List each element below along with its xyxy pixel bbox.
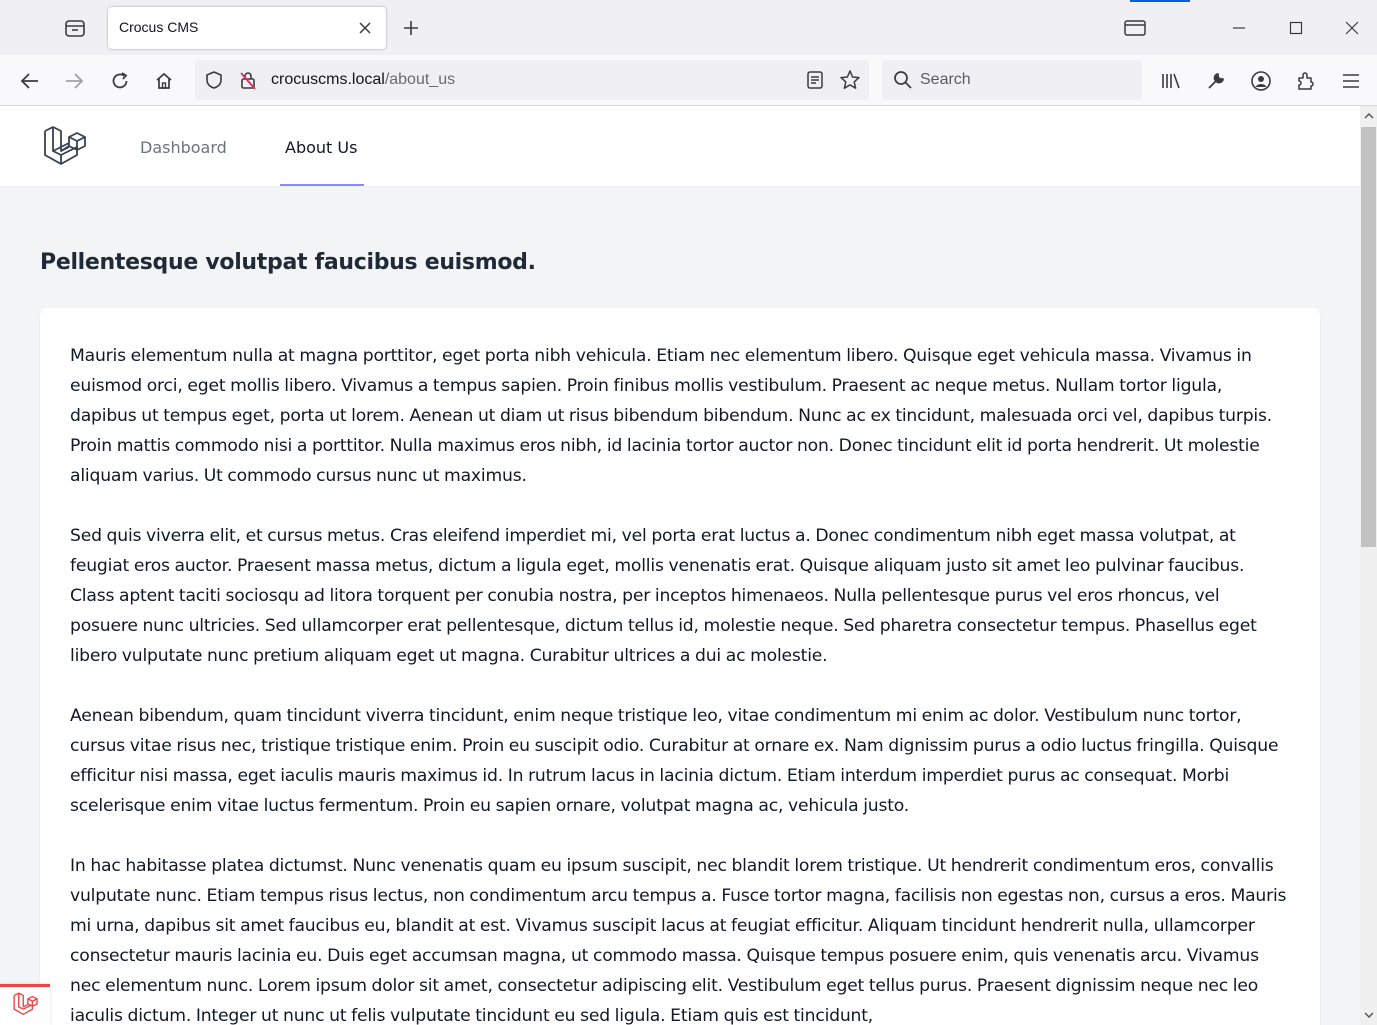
scroll-up-arrow-icon[interactable] bbox=[1360, 106, 1377, 126]
laravel-logo-icon bbox=[12, 992, 38, 1020]
menu-icon[interactable] bbox=[1335, 65, 1367, 97]
browser-tab-bar: Crocus CMS bbox=[0, 0, 1377, 55]
scroll-down-arrow-icon[interactable] bbox=[1360, 1005, 1377, 1025]
nav-link-dashboard[interactable]: Dashboard bbox=[140, 138, 227, 157]
app-navigation: Dashboard About Us bbox=[0, 106, 1360, 187]
close-window-icon[interactable] bbox=[1332, 10, 1372, 46]
minimize-icon[interactable] bbox=[1219, 10, 1259, 46]
content-paragraph: In hac habitasse platea dictumst. Nunc v… bbox=[70, 856, 1287, 1025]
scroll-thumb[interactable] bbox=[1361, 127, 1376, 547]
window-icon[interactable] bbox=[1115, 10, 1155, 46]
debug-toolbar-toggle[interactable] bbox=[0, 984, 50, 1025]
forward-icon[interactable] bbox=[58, 65, 90, 97]
account-icon[interactable] bbox=[1245, 65, 1277, 97]
extensions-icon[interactable] bbox=[1290, 65, 1322, 97]
back-icon[interactable] bbox=[14, 65, 46, 97]
url-host: crocuscms.local bbox=[271, 71, 385, 88]
reload-icon[interactable] bbox=[104, 65, 136, 97]
library-icon[interactable] bbox=[1155, 65, 1187, 97]
home-icon[interactable] bbox=[148, 65, 180, 97]
plus-icon[interactable] bbox=[400, 17, 422, 39]
shield-icon[interactable] bbox=[203, 69, 225, 91]
url-path: /about_us bbox=[384, 71, 456, 88]
tab-overview-icon[interactable] bbox=[60, 14, 90, 42]
maximize-icon[interactable] bbox=[1276, 10, 1316, 46]
bookmark-star-icon[interactable] bbox=[839, 69, 861, 91]
browser-tab[interactable]: Crocus CMS bbox=[108, 7, 386, 49]
laravel-logo-icon[interactable] bbox=[42, 125, 86, 167]
reader-view-icon[interactable] bbox=[804, 69, 826, 91]
content-paragraph: Mauris elementum nulla at magna porttito… bbox=[70, 346, 1273, 486]
url-text[interactable]: crocuscms.local/about_us bbox=[271, 71, 455, 89]
tab-title: Crocus CMS bbox=[119, 19, 199, 35]
search-icon bbox=[892, 69, 914, 91]
url-bar[interactable]: crocuscms.local/about_us bbox=[195, 60, 869, 100]
nav-link-about-us[interactable]: About Us bbox=[285, 138, 357, 157]
browser-toolbar: crocuscms.local/about_us Search bbox=[0, 55, 1377, 106]
content-paragraph: Aenean bibendum, quam tincidunt viverra … bbox=[70, 706, 1279, 816]
page-viewport: Dashboard About Us Pellentesque volutpat… bbox=[0, 106, 1360, 1025]
close-icon[interactable] bbox=[356, 19, 374, 37]
search-input[interactable]: Search bbox=[920, 71, 971, 89]
search-bar[interactable]: Search bbox=[882, 60, 1142, 100]
vertical-scrollbar[interactable] bbox=[1360, 106, 1377, 1025]
insecure-lock-icon[interactable] bbox=[237, 69, 259, 91]
active-nav-indicator bbox=[280, 184, 364, 186]
page-title: Pellentesque volutpat faucibus euismod. bbox=[40, 250, 536, 275]
content-paragraph: Sed quis viverra elit, et cursus metus. … bbox=[70, 526, 1257, 666]
wrench-icon[interactable] bbox=[1200, 65, 1232, 97]
content-card: Mauris elementum nulla at magna porttito… bbox=[40, 308, 1320, 1025]
tab-accent-line bbox=[1130, 0, 1190, 2]
